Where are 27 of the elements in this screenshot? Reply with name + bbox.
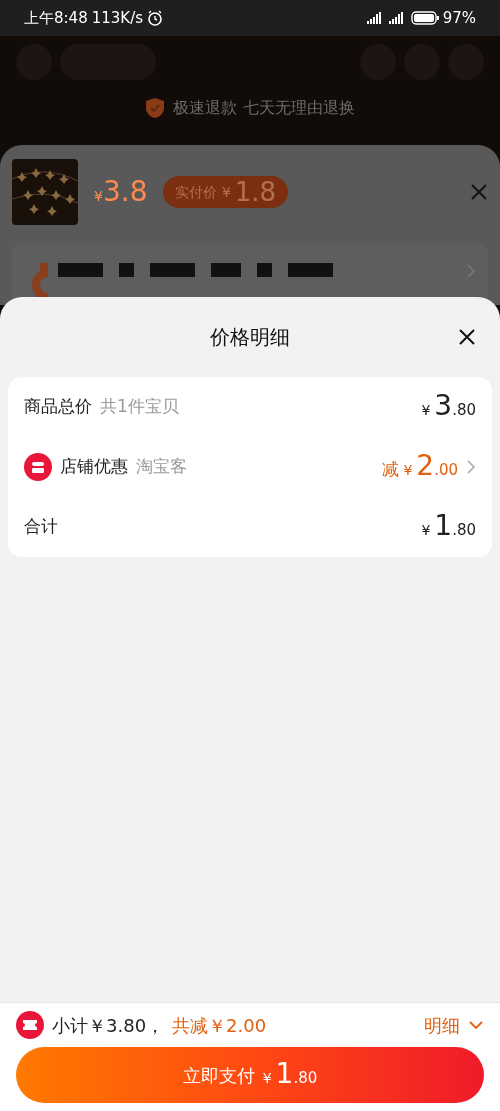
guarantee-text: 极速退款 七天无理由退换	[173, 97, 355, 119]
row-note: 共1件宝贝	[100, 395, 179, 419]
close-icon[interactable]	[458, 328, 476, 346]
subtotal-text: 小计￥3.80，	[52, 1013, 165, 1038]
sheet-title: 价格明细	[210, 324, 290, 351]
row-label: 店铺优惠	[60, 455, 128, 479]
coupon-icon	[16, 1011, 44, 1039]
row-note: 淘宝客	[136, 455, 187, 479]
row-amount: ¥1.80	[421, 511, 476, 543]
row-amount: ¥3.80	[421, 391, 476, 423]
shield-icon	[145, 97, 166, 119]
product-price: ¥3.8	[94, 174, 148, 210]
battery-level: 97%	[442, 7, 476, 29]
row-label: 合计	[24, 515, 58, 539]
detail-toggle[interactable]: 明细	[424, 1011, 484, 1039]
row-amount: 减 ¥2.00	[382, 451, 458, 483]
pay-button[interactable]: 立即支付 ¥1.80	[16, 1047, 484, 1103]
shop-icon	[24, 453, 52, 481]
chevron-right-icon	[466, 263, 476, 279]
chevron-right-icon[interactable]	[466, 459, 476, 475]
battery-icon	[410, 11, 439, 25]
row-label: 商品总价	[24, 395, 92, 419]
discount-text: 共减￥2.00	[172, 1013, 267, 1038]
alarm-icon	[147, 10, 164, 26]
network-speed: 113K/s	[91, 7, 144, 29]
status-time: 上午8:48	[24, 7, 88, 29]
chevron-down-icon	[468, 1020, 484, 1030]
